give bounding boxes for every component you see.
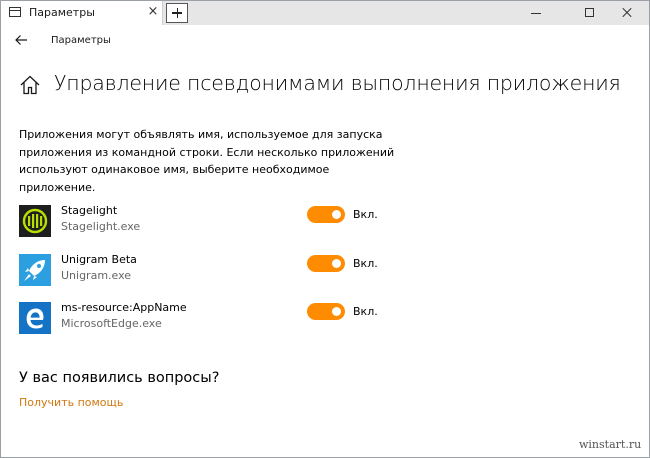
tab-title: Параметры bbox=[29, 6, 95, 19]
minimize-button[interactable] bbox=[513, 1, 559, 25]
title-bar: Параметры × bbox=[1, 1, 649, 25]
toggle-label: Вкл. bbox=[353, 305, 378, 318]
tab-close-icon[interactable]: × bbox=[146, 3, 160, 21]
app-row-unigram: Unigram Beta Unigram.exe Вкл. bbox=[19, 253, 389, 289]
questions-heading: У вас появились вопросы? bbox=[19, 370, 220, 386]
app-exe: Stagelight.exe bbox=[61, 220, 141, 233]
tab-settings[interactable]: Параметры × bbox=[1, 1, 163, 25]
toggle-knob bbox=[332, 210, 341, 219]
get-help-link[interactable]: Получить помощь bbox=[19, 396, 123, 409]
watermark: winstart.ru bbox=[579, 438, 642, 451]
rocket-icon bbox=[19, 254, 51, 286]
nav-title: Параметры bbox=[51, 35, 111, 46]
toggle-knob bbox=[332, 307, 341, 316]
app-name: Stagelight bbox=[61, 204, 118, 217]
home-icon[interactable] bbox=[19, 74, 41, 96]
app-exe: MicrosoftEdge.exe bbox=[61, 317, 162, 330]
app-name: ms-resource:AppName bbox=[61, 301, 187, 314]
back-arrow-icon[interactable] bbox=[13, 32, 29, 48]
app-name: Unigram Beta bbox=[61, 253, 137, 266]
alias-toggle-stagelight[interactable] bbox=[307, 206, 345, 223]
app-exe: Unigram.exe bbox=[61, 269, 132, 282]
app-row-edge: ms-resource:AppName MicrosoftEdge.exe Вк… bbox=[19, 301, 389, 337]
close-button[interactable] bbox=[603, 1, 649, 25]
toggle-label: Вкл. bbox=[353, 257, 378, 270]
alias-toggle-unigram[interactable] bbox=[307, 255, 345, 272]
alias-toggle-edge[interactable] bbox=[307, 303, 345, 320]
edge-icon bbox=[19, 302, 51, 334]
stagelight-icon bbox=[19, 205, 51, 237]
window-icon bbox=[9, 7, 21, 17]
settings-window: Параметры × Параметры Управление псевдон… bbox=[0, 0, 650, 458]
toggle-knob bbox=[332, 259, 341, 268]
page-description: Приложения могут объявлять имя, использу… bbox=[19, 128, 395, 194]
new-tab-button[interactable] bbox=[166, 3, 188, 23]
toggle-label: Вкл. bbox=[353, 208, 378, 221]
page-title: Управление псевдонимами выполнения прило… bbox=[54, 71, 621, 95]
app-row-stagelight: Stagelight Stagelight.exe Вкл. bbox=[19, 204, 389, 240]
